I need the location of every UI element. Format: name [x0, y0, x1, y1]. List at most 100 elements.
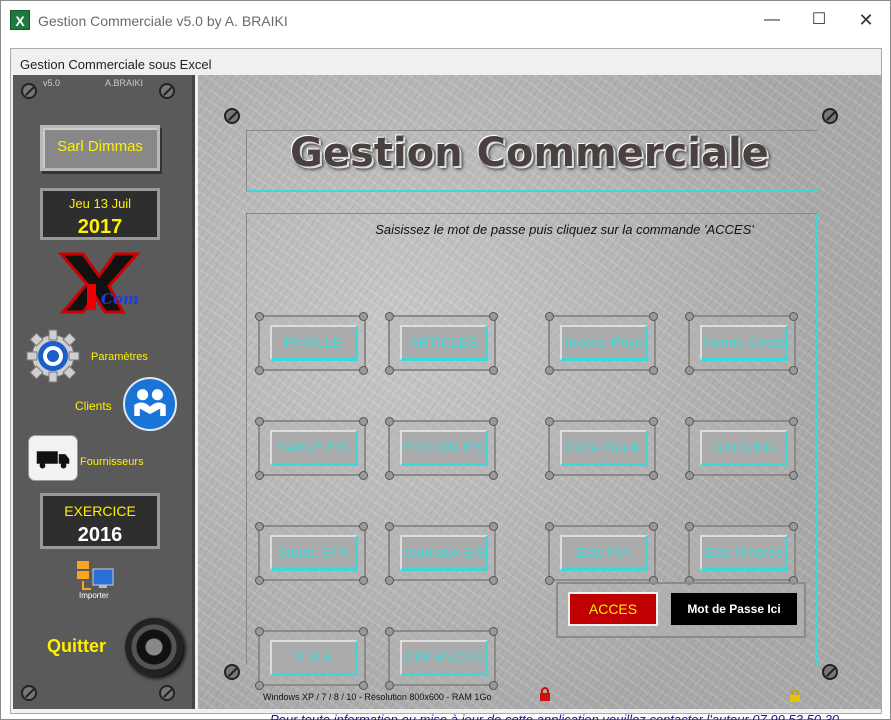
rivet-icon — [359, 522, 368, 531]
module-tile: ARTICLES — [385, 312, 498, 375]
rivet-icon — [789, 417, 798, 426]
rivet-icon — [789, 471, 798, 480]
rivet-icon — [255, 576, 264, 585]
rivet-icon — [685, 522, 694, 531]
instruction-text: Saisissez le mot de passe puis cliquez s… — [375, 222, 754, 237]
module-button[interactable]: ARTICLES — [400, 325, 488, 361]
screw-icon — [822, 664, 838, 680]
minimize-button[interactable]: — — [749, 1, 795, 39]
password-field[interactable]: Mot de Passe Ici — [670, 592, 798, 626]
module-button[interactable]: SAISIE E/S — [270, 430, 358, 466]
module-button[interactable]: FAMILLE — [270, 325, 358, 361]
module-button[interactable]: Etat TVA — [560, 535, 648, 571]
module-button[interactable]: Etat Timbres — [700, 535, 788, 571]
rivet-icon — [789, 312, 798, 321]
current-date: Jeu 13 Juil — [68, 196, 132, 211]
rivet-icon — [385, 522, 394, 531]
parametres-link[interactable]: Paramètres — [91, 351, 148, 363]
app-title: Gestion Commerciale — [290, 130, 769, 176]
rivet-icon — [649, 522, 658, 531]
quit-label: Quitter — [47, 636, 107, 656]
rivet-icon — [545, 522, 554, 531]
rivet-icon — [385, 681, 394, 690]
module-button[interactable]: Invent. Cptab — [700, 325, 788, 361]
module-tile: FAMILLE — [255, 312, 368, 375]
rivet-icon — [649, 417, 658, 426]
truck-icon[interactable] — [28, 435, 78, 481]
rivet-icon — [789, 522, 798, 531]
acces-frame: ACCES Mot de Passe Ici — [556, 582, 806, 638]
contact-text: Pour toute information ou mise à jour de… — [269, 712, 840, 720]
rivet-icon — [489, 312, 498, 321]
rivet-icon — [255, 681, 264, 690]
module-tile: EDITION E/S — [385, 417, 498, 480]
module-button[interactable]: Invent. Phys — [560, 325, 648, 361]
rivet-icon — [385, 366, 394, 375]
rivet-icon — [359, 627, 368, 636]
rivet-icon — [255, 522, 264, 531]
rivet-icon — [685, 366, 694, 375]
rivet-icon — [789, 366, 798, 375]
rivet-icon — [649, 471, 658, 480]
excel-icon: X — [10, 10, 30, 30]
module-tile: Situat. STK — [255, 522, 368, 585]
yellow-lock-icon — [790, 689, 800, 702]
rivet-icon — [359, 366, 368, 375]
rivet-icon — [255, 366, 264, 375]
rivet-icon — [489, 681, 498, 690]
window-title: Gestion Commerciale v5.0 by A. BRAIKI — [38, 13, 288, 29]
clients-icon[interactable] — [123, 377, 177, 431]
company-button[interactable]: Sarl Dimmas — [40, 125, 160, 171]
logo-text: Com — [101, 290, 139, 308]
module-tile: Etat TVA — [545, 522, 658, 585]
module-button[interactable]: Fiche Stock — [560, 430, 648, 466]
rivet-icon — [489, 627, 498, 636]
acces-button[interactable]: ACCES — [568, 592, 658, 626]
module-tile: Invent. Phys — [545, 312, 658, 375]
exercice-plate[interactable]: EXERCICE 2016 — [40, 493, 160, 549]
rivet-icon — [545, 471, 554, 480]
module-button[interactable]: R.M.A — [270, 640, 358, 676]
rivet-icon — [385, 576, 394, 585]
screw-icon — [21, 83, 37, 99]
module-button[interactable]: CREANCES — [400, 640, 488, 676]
maximize-button[interactable]: ☐ — [796, 1, 842, 39]
rivet-icon — [685, 471, 694, 480]
rivet-icon — [255, 471, 264, 480]
current-year: 2017 — [77, 216, 123, 238]
module-tile: Fiche Stock — [545, 417, 658, 480]
module-button[interactable]: EDITION E/S — [400, 430, 488, 466]
module-tile: CREANCES — [385, 627, 498, 690]
screw-icon — [159, 83, 175, 99]
module-tile: Invent. Cptab — [685, 312, 798, 375]
module-tile: Journaux E/S — [385, 522, 498, 585]
date-plate: Jeu 13 Juil 2017 — [40, 188, 160, 240]
screw-icon — [21, 685, 37, 701]
module-button[interactable]: Journaux E/S — [400, 535, 488, 571]
app-window: X Gestion Commerciale v5.0 by A. BRAIKI … — [0, 0, 891, 720]
fournisseurs-link[interactable]: Fournisseurs — [80, 456, 144, 468]
rivet-icon — [649, 366, 658, 375]
close-button[interactable]: ✕ — [843, 1, 889, 39]
rivet-icon — [359, 681, 368, 690]
rivet-icon — [385, 417, 394, 426]
rivet-icon — [385, 471, 394, 480]
clients-link[interactable]: Clients — [75, 399, 112, 413]
xcom-logo: Com — [57, 252, 141, 314]
author-label: A.BRAIKI — [105, 78, 144, 88]
screw-icon — [159, 685, 175, 701]
module-button[interactable]: Situat. STK — [270, 535, 358, 571]
rivet-icon — [489, 471, 498, 480]
exercice-label: EXERCICE — [64, 503, 136, 519]
module-button[interactable]: G3+G3bis — [700, 430, 788, 466]
os-requirements: Windows XP / 7 / 8 / 10 - Résolution 800… — [263, 692, 492, 702]
rivet-icon — [359, 471, 368, 480]
module-tile: Etat Timbres — [685, 522, 798, 585]
form-caption: Gestion Commerciale sous Excel — [20, 57, 212, 72]
gear-icon[interactable] — [26, 329, 80, 383]
module-tile: R.M.A — [255, 627, 368, 690]
rivet-icon — [255, 627, 264, 636]
quit-button[interactable] — [125, 618, 183, 676]
rivet-icon — [489, 417, 498, 426]
version-label: v5.0 — [43, 78, 61, 88]
